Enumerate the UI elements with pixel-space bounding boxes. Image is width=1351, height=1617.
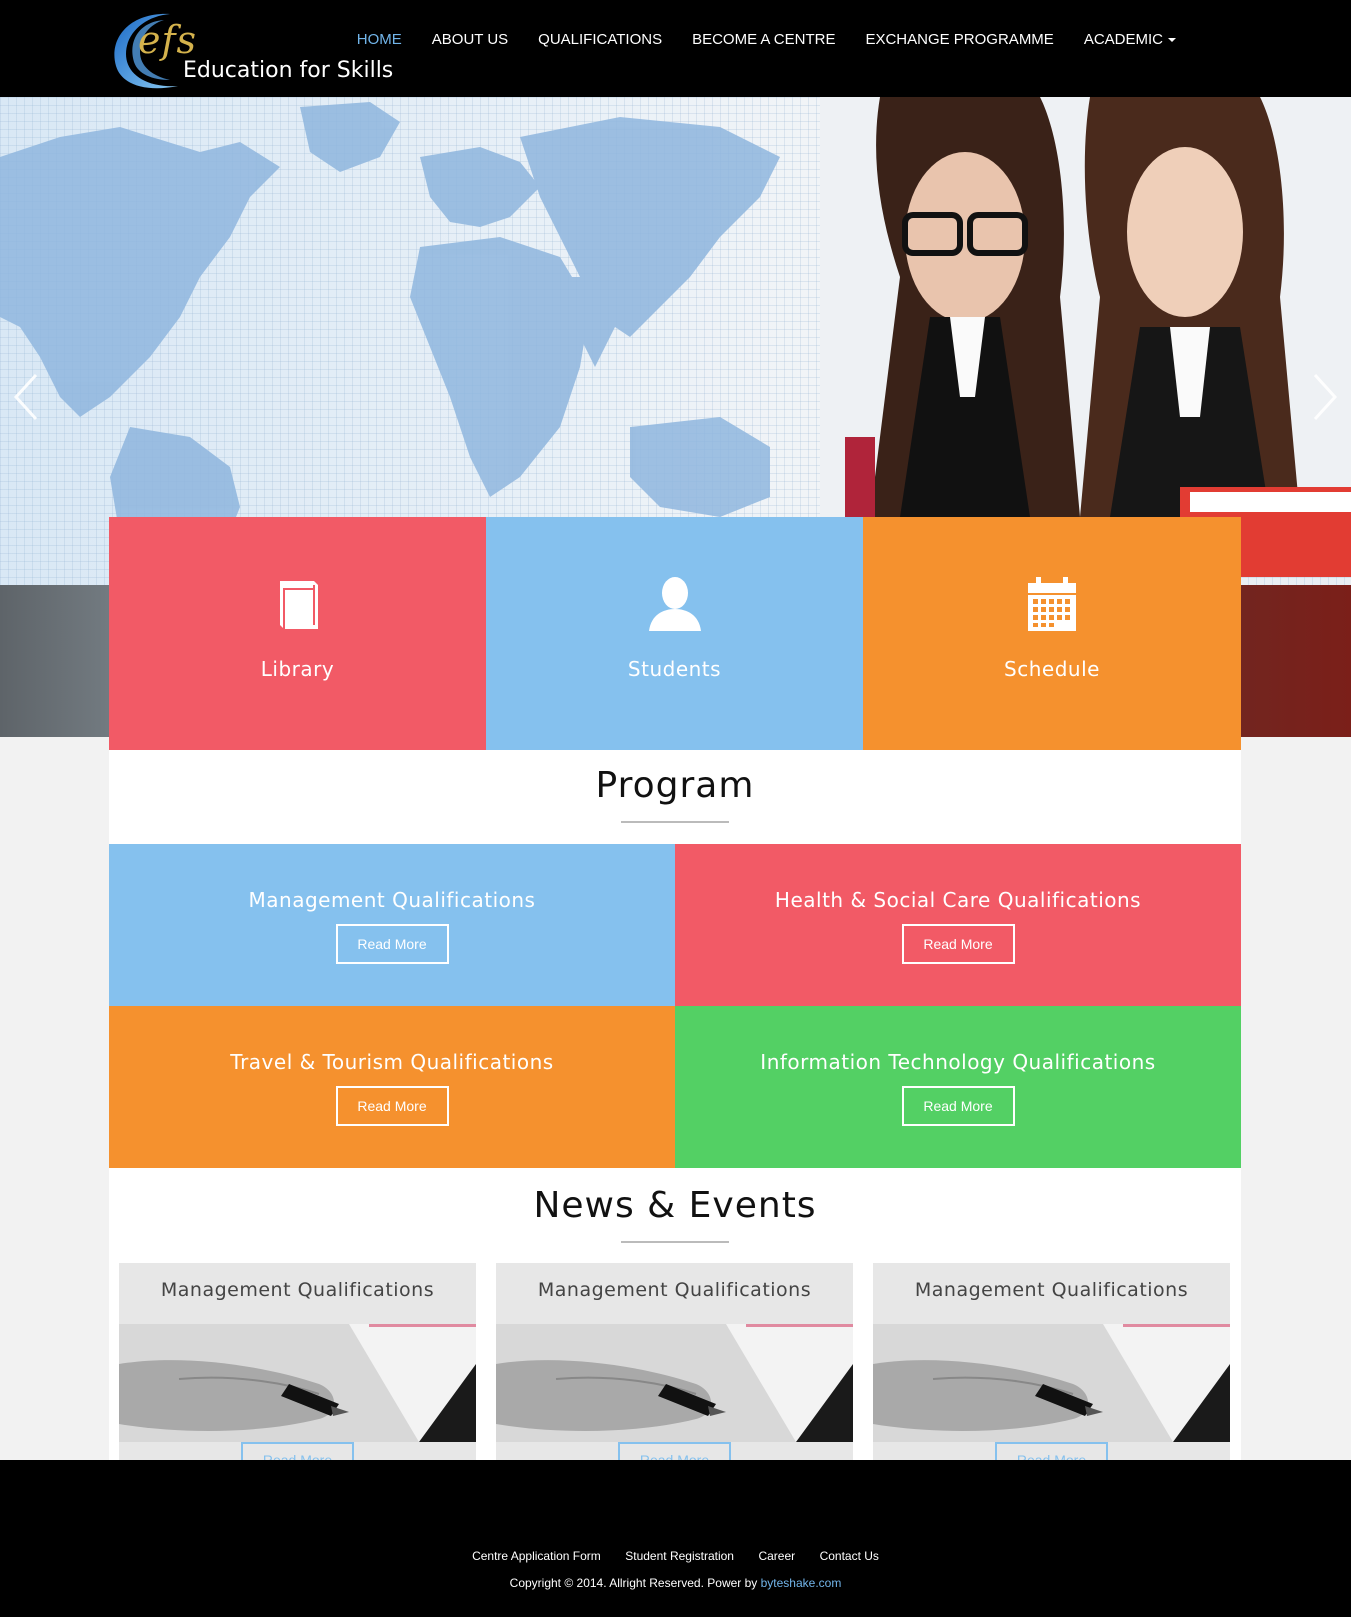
footer-link-contact-us[interactable]: Contact Us	[820, 1549, 879, 1563]
calendar-icon	[1028, 577, 1076, 631]
page: efs Education for Skills HOME ABOUT US Q…	[0, 0, 1351, 1617]
news-image	[873, 1324, 1230, 1442]
program-title: Information Technology Qualifications	[760, 1050, 1156, 1074]
news-title: Management Qualifications	[160, 1279, 435, 1301]
program-card-health-social-care: Health & Social Care Qualifications Read…	[675, 844, 1241, 1006]
news-divider	[621, 1241, 729, 1243]
caret-down-icon	[1168, 38, 1176, 43]
program-card-management: Management Qualifications Read More	[109, 844, 675, 1006]
program-divider	[621, 821, 729, 823]
news-heading: News & Events	[533, 1185, 817, 1226]
feature-schedule[interactable]: Schedule	[863, 517, 1241, 750]
read-more-button[interactable]: Read More	[901, 1086, 1015, 1126]
news-title: Management Qualifications	[914, 1279, 1189, 1301]
read-more-button[interactable]: Read More	[901, 924, 1015, 964]
footer-link-student-registration[interactable]: Student Registration	[625, 1549, 734, 1563]
news-card: Management Qualifications Read More	[496, 1263, 853, 1489]
main-content: Library Students Schedule Program Manage…	[109, 517, 1241, 1519]
program-title: Health & Social Care Qualifications	[774, 888, 1142, 912]
footer-link-centre-application[interactable]: Centre Application Form	[472, 1549, 601, 1563]
read-more-button[interactable]: Read More	[335, 1086, 449, 1126]
nav-qualifications[interactable]: QUALIFICATIONS	[523, 31, 677, 48]
feature-library[interactable]: Library	[109, 517, 486, 750]
feature-students[interactable]: Students	[486, 517, 863, 750]
carousel-next-icon[interactable]	[1305, 367, 1345, 427]
program-card-information-technology: Information Technology Qualifications Re…	[675, 1006, 1241, 1168]
logo-mark-text: efs	[138, 18, 198, 62]
nav-exchange-programme[interactable]: EXCHANGE PROGRAMME	[850, 31, 1068, 48]
user-icon	[648, 577, 701, 631]
footer-links: Centre Application Form Student Registra…	[0, 1547, 1351, 1565]
book-icon	[279, 581, 318, 629]
powered-by-link[interactable]: byteshake.com	[761, 1576, 842, 1590]
main-nav: HOME ABOUT US QUALIFICATIONS BECOME A CE…	[342, 31, 1191, 48]
program-title: Management Qualifications	[248, 888, 536, 912]
brand-name: Education for Skills	[183, 58, 394, 83]
news-card: Management Qualifications Read More	[873, 1263, 1230, 1489]
feature-label: Library	[260, 657, 335, 681]
read-more-button[interactable]: Read More	[335, 924, 449, 964]
nav-academic-dropdown[interactable]: ACADEMIC	[1069, 31, 1191, 48]
news-image	[496, 1324, 853, 1442]
nav-become-a-centre[interactable]: BECOME A CENTRE	[677, 31, 850, 48]
program-card-travel-tourism: Travel & Tourism Qualifications Read Mor…	[109, 1006, 675, 1168]
footer: Centre Application Form Student Registra…	[0, 1460, 1351, 1617]
feature-label: Students	[627, 657, 722, 681]
navbar: efs Education for Skills HOME ABOUT US Q…	[0, 0, 1351, 97]
news-title: Management Qualifications	[537, 1279, 812, 1301]
news-card: Management Qualifications Read More	[119, 1263, 476, 1489]
nav-about-us[interactable]: ABOUT US	[417, 31, 523, 48]
copyright-text: Copyright © 2014. Allright Reserved. Pow…	[509, 1576, 761, 1590]
feature-label: Schedule	[1004, 657, 1100, 681]
nav-academic-label: ACADEMIC	[1083, 31, 1163, 48]
program-title: Travel & Tourism Qualifications	[230, 1050, 554, 1074]
copyright: Copyright © 2014. Allright Reserved. Pow…	[0, 1576, 1351, 1590]
news-image	[119, 1324, 476, 1442]
site-logo[interactable]: efs Education for Skills	[108, 8, 428, 92]
nav-home[interactable]: HOME	[342, 31, 417, 48]
footer-link-career[interactable]: Career	[758, 1549, 795, 1563]
carousel-prev-icon[interactable]	[6, 367, 46, 427]
program-heading: Program	[595, 765, 755, 806]
